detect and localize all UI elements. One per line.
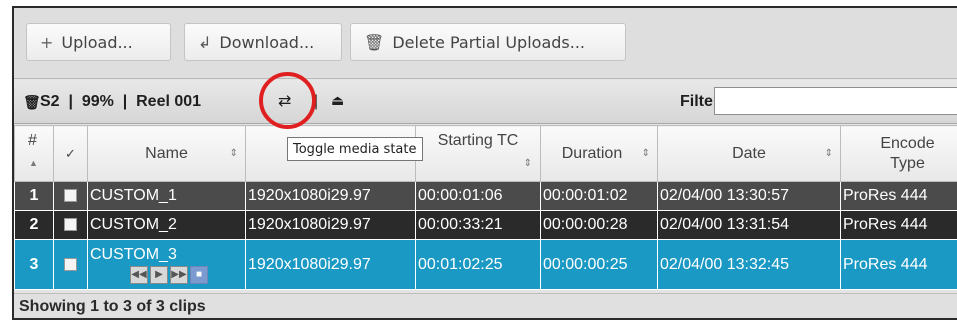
column-header-starting-tc[interactable]: Starting TC ⇕ — [415, 125, 541, 182]
storage-info: S2 | 99% | Reel 001 — [40, 93, 202, 110]
clip-name: CUSTOM_3 — [90, 245, 177, 263]
checkbox-icon[interactable] — [64, 257, 77, 271]
clip-name: CUSTOM_1 — [87, 181, 246, 211]
tooltip: Toggle media state — [287, 137, 423, 161]
column-header-name[interactable]: Name ⇕ — [87, 125, 246, 182]
clip-starting-tc: 00:00:01:06 — [415, 181, 541, 211]
clip-date: 02/04/00 13:32:45 — [657, 239, 841, 290]
highlight-circle — [259, 72, 316, 129]
table-row[interactable]: 2 CUSTOM_2 1920x1080i29.97 00:00:33:21 0… — [14, 210, 957, 240]
clip-format: 1920x1080i29.97 — [245, 210, 416, 240]
row-number: 3 — [14, 239, 54, 290]
download-label: Download... — [219, 32, 315, 52]
checkbox-icon[interactable] — [64, 189, 77, 203]
stop-button[interactable]: ■ — [190, 265, 208, 284]
clip-encode-type: ProRes 444 — [840, 239, 957, 290]
toolbar: + Upload... ↲ Download... 🗑 Delete Parti… — [14, 8, 957, 79]
sort-icon: ⇕ — [523, 158, 532, 169]
eject-icon[interactable]: ⏏ — [331, 92, 344, 109]
clip-starting-tc: 00:01:02:25 — [415, 239, 541, 290]
row-checkbox[interactable] — [53, 239, 88, 290]
delete-partial-uploads-button[interactable]: 🗑 Delete Partial Uploads... — [350, 23, 626, 61]
table-footer: Showing 1 to 3 of 3 clips — [14, 293, 957, 318]
clip-encode-type: ProRes 444 — [840, 210, 957, 240]
play-button[interactable]: ▶ — [150, 265, 168, 284]
trash-icon[interactable]: 🗑 — [23, 94, 41, 111]
return-arrow-icon: ↲ — [198, 32, 212, 52]
column-header-check[interactable]: ✓ — [53, 125, 88, 182]
clip-table: # ▲ ✓ Name ⇕ Starting TC ⇕ Duration ⇕ Da… — [14, 125, 957, 290]
clip-starting-tc: 00:00:33:21 — [415, 210, 541, 240]
table-row[interactable]: 1 CUSTOM_1 1920x1080i29.97 00:00:01:06 0… — [14, 181, 957, 211]
row-checkbox[interactable] — [53, 181, 88, 211]
sort-icon: ⇕ — [641, 148, 650, 159]
upload-label: Upload... — [61, 32, 133, 52]
column-header-encode-type[interactable]: Encode Type ⇕ — [840, 125, 957, 182]
column-header-duration[interactable]: Duration ⇕ — [540, 125, 658, 182]
clip-duration: 00:00:00:25 — [540, 239, 658, 290]
clip-format: 1920x1080i29.97 — [245, 239, 416, 290]
sort-icon: ⇕ — [824, 148, 833, 159]
filter-input[interactable] — [714, 87, 957, 115]
clip-duration: 00:00:00:28 — [540, 210, 658, 240]
clip-format: 1920x1080i29.97 — [245, 181, 416, 211]
table-header-row: # ▲ ✓ Name ⇕ Starting TC ⇕ Duration ⇕ Da… — [14, 125, 957, 182]
transport-controls: ◀◀ ▶ ▶▶ ■ — [130, 265, 243, 284]
delete-label: Delete Partial Uploads... — [392, 32, 585, 52]
column-header-date[interactable]: Date ⇕ — [657, 125, 841, 182]
fast-forward-button[interactable]: ▶▶ — [170, 265, 188, 284]
table-row-selected[interactable]: 3 CUSTOM_3 ◀◀ ▶ ▶▶ ■ 1920x1080i29.97 00:… — [14, 239, 957, 290]
clip-name: CUSTOM_2 — [87, 210, 246, 240]
clip-name-cell: CUSTOM_3 ◀◀ ▶ ▶▶ ■ — [87, 239, 246, 290]
rewind-button[interactable]: ◀◀ — [130, 265, 148, 284]
checkbox-icon[interactable] — [64, 218, 77, 232]
column-header-number[interactable]: # ▲ — [14, 125, 54, 182]
sort-icon: ⇕ — [229, 148, 238, 159]
clip-date: 02/04/00 13:31:54 — [657, 210, 841, 240]
clip-date: 02/04/00 13:30:57 — [657, 181, 841, 211]
plus-icon: + — [40, 32, 54, 52]
sort-asc-icon: ▲ — [29, 158, 38, 168]
trash-icon: 🗑 — [364, 32, 385, 52]
row-number: 1 — [14, 181, 54, 211]
row-number: 2 — [14, 210, 54, 240]
download-button[interactable]: ↲ Download... — [184, 23, 342, 61]
clip-browser-panel: + Upload... ↲ Download... 🗑 Delete Parti… — [12, 6, 957, 320]
status-bar: 🗑 S2 | 99% | Reel 001 | ⇄ | ⏏ Filter: — [14, 80, 957, 124]
clip-duration: 00:00:01:02 — [540, 181, 658, 211]
upload-button[interactable]: + Upload... — [26, 23, 171, 61]
clip-encode-type: ProRes 444 — [840, 181, 957, 211]
row-checkbox[interactable] — [53, 210, 88, 240]
